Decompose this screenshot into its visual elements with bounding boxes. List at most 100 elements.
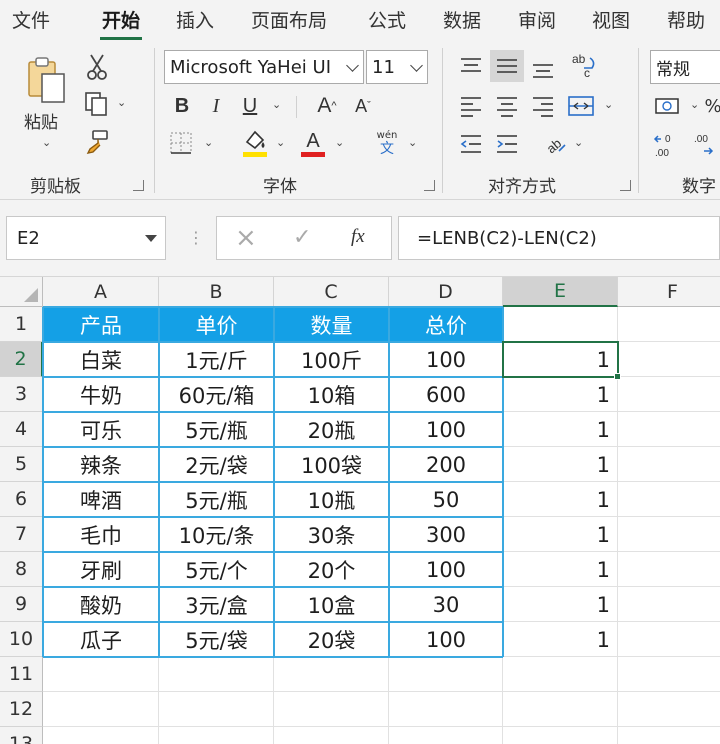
number-format-combo[interactable]: 常规	[650, 50, 720, 84]
table-cell[interactable]: 600	[389, 377, 503, 412]
percent-style-icon[interactable]: %	[704, 92, 720, 120]
table-cell[interactable]: 30	[389, 587, 503, 622]
tab-formulas[interactable]: 公式	[368, 6, 406, 33]
result-cell[interactable]: 1	[503, 482, 618, 517]
row-header-12[interactable]: 12	[0, 692, 43, 727]
tab-view[interactable]: 视图	[592, 6, 630, 33]
table-cell[interactable]: 300	[389, 517, 503, 552]
table-cell[interactable]: 20个	[274, 552, 389, 587]
row-header-2[interactable]: 2	[0, 342, 43, 377]
result-cell[interactable]: 1	[503, 552, 618, 587]
table-cell[interactable]: 50	[389, 482, 503, 517]
paste-dropdown-icon[interactable]: ⌄	[42, 136, 51, 149]
select-all-corner[interactable]	[0, 277, 43, 307]
table-cell[interactable]: 瓜子	[43, 622, 159, 657]
tab-home[interactable]: 开始	[99, 6, 143, 40]
borders-dropdown-icon[interactable]: ⌄	[204, 136, 213, 149]
accounting-dropdown-icon[interactable]: ⌄	[690, 98, 699, 111]
result-cell[interactable]: 1	[503, 517, 618, 552]
row-header-8[interactable]: 8	[0, 552, 43, 587]
table-cell[interactable]: 20瓶	[274, 412, 389, 447]
align-middle-icon[interactable]	[490, 50, 524, 82]
table-cell[interactable]: 100	[389, 552, 503, 587]
table-cell[interactable]: 2元/袋	[159, 447, 274, 482]
row-header-13[interactable]: 13	[0, 727, 43, 744]
row-header-7[interactable]: 7	[0, 517, 43, 552]
table-cell[interactable]: 牙刷	[43, 552, 159, 587]
copy-dropdown-icon[interactable]: ⌄	[117, 96, 126, 109]
font-color-dropdown-icon[interactable]: ⌄	[335, 136, 344, 149]
table-cell[interactable]: 10盒	[274, 587, 389, 622]
copy-icon[interactable]	[82, 90, 112, 118]
font-name-combo[interactable]: Microsoft YaHei UI	[164, 50, 364, 84]
table-cell[interactable]: 100斤	[274, 342, 389, 377]
paste-button[interactable]: 粘贴	[24, 108, 58, 133]
cut-icon[interactable]	[84, 52, 110, 82]
spreadsheet-grid[interactable]: A B C D E F 1 2 3 4 5 6 7 8 9 10 11 12 13 产品 单价 数量 总价 白菜 1元/斤 100…	[0, 277, 720, 744]
table-cell[interactable]: 10箱	[274, 377, 389, 412]
row-header-6[interactable]: 6	[0, 482, 43, 517]
underline-button[interactable]: U	[238, 92, 262, 120]
table-cell[interactable]: 3元/盒	[159, 587, 274, 622]
column-header-b[interactable]: B	[159, 277, 274, 307]
table-cell[interactable]: 200	[389, 447, 503, 482]
table-cell[interactable]: 100	[389, 622, 503, 657]
row-header-9[interactable]: 9	[0, 587, 43, 622]
table-cell[interactable]: 20袋	[274, 622, 389, 657]
table-cell[interactable]: 毛巾	[43, 517, 159, 552]
shrink-font-button[interactable]: Aˇ	[350, 92, 376, 120]
table-cell[interactable]: 5元/瓶	[159, 412, 274, 447]
row-header-4[interactable]: 4	[0, 412, 43, 447]
row-header-5[interactable]: 5	[0, 447, 43, 482]
accounting-format-icon[interactable]	[652, 92, 684, 120]
orientation-icon[interactable]: ab	[540, 128, 570, 158]
result-cell[interactable]: 1	[503, 412, 618, 447]
orientation-dropdown-icon[interactable]: ⌄	[574, 136, 583, 149]
font-size-combo[interactable]: 11	[366, 50, 428, 84]
table-header-cell[interactable]: 数量	[274, 307, 389, 342]
tab-help[interactable]: 帮助	[667, 6, 705, 33]
table-header-cell[interactable]: 产品	[43, 307, 159, 342]
fill-handle[interactable]	[614, 373, 621, 380]
enter-icon[interactable]: ✓	[293, 225, 311, 250]
table-cell[interactable]: 可乐	[43, 412, 159, 447]
align-left-icon[interactable]	[456, 92, 486, 120]
merge-center-icon[interactable]	[566, 92, 596, 120]
table-cell[interactable]: 白菜	[43, 342, 159, 377]
align-right-icon[interactable]	[528, 92, 558, 120]
tab-review[interactable]: 审阅	[518, 6, 556, 33]
tab-insert[interactable]: 插入	[176, 6, 214, 33]
tab-page-layout[interactable]: 页面布局	[251, 6, 327, 33]
table-cell[interactable]: 5元/瓶	[159, 482, 274, 517]
align-bottom-icon[interactable]	[528, 56, 558, 84]
insert-function-icon[interactable]: fx	[351, 226, 365, 248]
row-header-11[interactable]: 11	[0, 657, 43, 692]
increase-indent-icon[interactable]	[492, 130, 522, 158]
fill-color-icon[interactable]	[240, 128, 270, 158]
table-cell[interactable]: 100	[389, 412, 503, 447]
table-cell[interactable]: 辣条	[43, 447, 159, 482]
result-cell[interactable]: 1	[503, 377, 618, 412]
formula-input[interactable]: =LENB(C2)-LEN(C2)	[398, 216, 720, 260]
result-cell[interactable]: 1	[503, 342, 618, 377]
font-color-icon[interactable]: A	[298, 128, 328, 158]
decrease-indent-icon[interactable]	[456, 130, 486, 158]
row-header-10[interactable]: 10	[0, 622, 43, 657]
phonetic-dropdown-icon[interactable]: ⌄	[408, 136, 417, 149]
row-header-3[interactable]: 3	[0, 377, 43, 412]
table-cell[interactable]: 酸奶	[43, 587, 159, 622]
font-launcher-icon[interactable]	[424, 180, 435, 191]
result-cell[interactable]: 1	[503, 447, 618, 482]
table-cell[interactable]: 60元/箱	[159, 377, 274, 412]
table-header-cell[interactable]: 单价	[159, 307, 274, 342]
tab-data[interactable]: 数据	[443, 6, 481, 33]
table-cell[interactable]: 100	[389, 342, 503, 377]
table-cell[interactable]: 10元/条	[159, 517, 274, 552]
result-cell[interactable]: 1	[503, 587, 618, 622]
phonetic-guide-icon[interactable]: wén 文	[370, 126, 404, 160]
format-painter-icon[interactable]	[82, 128, 112, 156]
tab-file[interactable]: 文件	[12, 6, 50, 33]
table-cell[interactable]: 5元/袋	[159, 622, 274, 657]
borders-icon[interactable]	[168, 130, 194, 156]
align-center-icon[interactable]	[492, 92, 522, 120]
